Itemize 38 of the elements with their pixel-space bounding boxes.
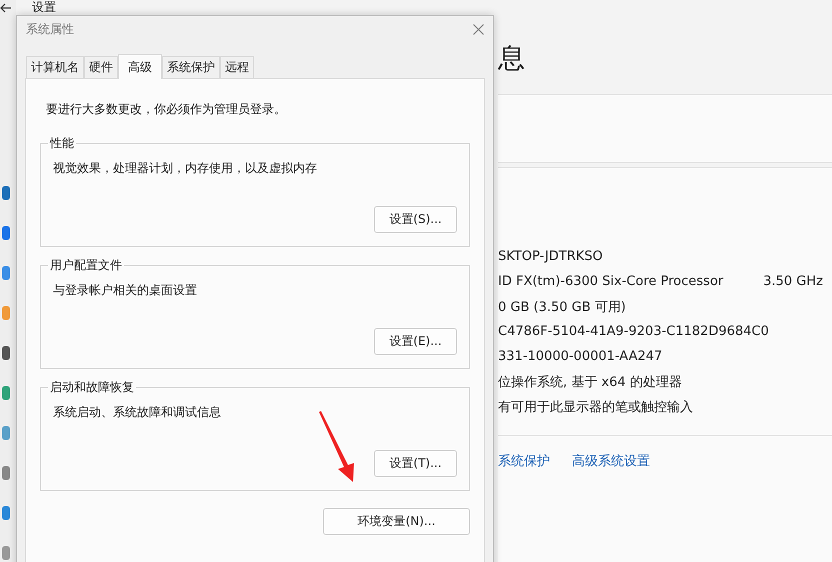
group-title: 性能	[48, 135, 76, 152]
app-icon[interactable]	[2, 346, 10, 360]
spec-value: C4786F-5104-41A9-9203-C1182D9684C0	[498, 324, 769, 339]
dialog-title: 系统属性	[26, 20, 74, 38]
spec-value: ID FX(tm)-6300 Six-Core Processor	[498, 274, 724, 289]
settings-button[interactable]: 设置(S)...	[374, 206, 457, 233]
spec-value: 0 GB (3.50 GB 可用)	[498, 298, 626, 316]
spec-value: 位操作系统, 基于 x64 的处理器	[498, 374, 682, 390]
notice-text: 要进行大多数更改，你必须作为管理员登录。	[46, 101, 287, 118]
spec-value: SKTOP-JDTRKSO	[498, 249, 603, 264]
group-title: 用户配置文件	[48, 257, 124, 274]
spec-value: 331-10000-00001-AA247	[498, 349, 662, 364]
settings-link[interactable]: 高级系统设置	[572, 452, 650, 470]
app-icon[interactable]	[2, 466, 10, 480]
settings-link[interactable]: 系统保护	[498, 452, 550, 470]
environment-variables-button[interactable]: 环境变量(N)...	[323, 508, 470, 535]
page-heading: 息	[498, 42, 526, 76]
tab[interactable]: 远程	[220, 56, 254, 78]
tab[interactable]: 高级	[118, 54, 162, 79]
spec-value: 3.50 GHz	[763, 274, 823, 289]
app-icon[interactable]	[2, 506, 10, 520]
tab[interactable]: 硬件	[84, 56, 118, 78]
settings-button[interactable]: 设置(E)...	[374, 328, 457, 355]
app-icon[interactable]	[2, 226, 10, 240]
tab[interactable]: 系统保护	[162, 56, 220, 78]
close-icon[interactable]	[473, 24, 484, 34]
app-title: 设置	[32, 1, 56, 14]
back-arrow-icon[interactable]	[0, 2, 12, 12]
group-description: 视觉效果，处理器计划，内存使用，以及虚拟内存	[53, 160, 318, 177]
app-icon[interactable]	[2, 266, 10, 280]
group-description: 与登录帐户相关的桌面设置	[53, 282, 198, 299]
app-icon[interactable]	[2, 386, 10, 400]
spec-value: 有可用于此显示器的笔或触控输入	[498, 398, 693, 416]
group-title: 启动和故障恢复	[48, 379, 136, 396]
group-description: 系统启动、系统故障和调试信息	[53, 404, 222, 421]
app-icon[interactable]	[2, 186, 10, 200]
tab[interactable]: 计算机名	[26, 56, 84, 78]
settings-button[interactable]: 设置(T)...	[374, 450, 457, 477]
